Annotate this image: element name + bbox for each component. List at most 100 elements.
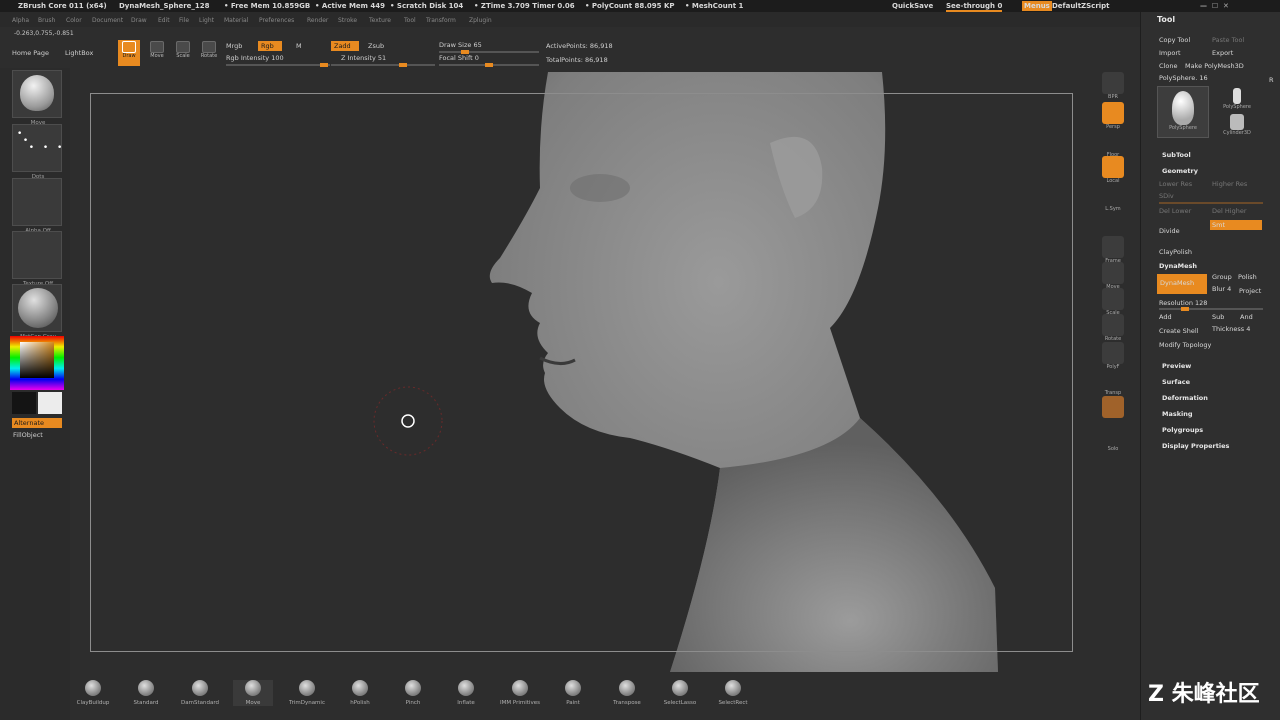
- group-toggle[interactable]: Group: [1212, 273, 1232, 281]
- surface-header[interactable]: Surface: [1162, 378, 1190, 386]
- see-through-slider[interactable]: See-through 0: [946, 2, 1003, 12]
- primary-color-swatch[interactable]: [38, 392, 62, 414]
- rotate-button[interactable]: Rotate: [198, 40, 220, 66]
- alpha-slot[interactable]: Alpha Off: [12, 178, 62, 234]
- smt-toggle[interactable]: Smt: [1210, 220, 1262, 230]
- material-slot[interactable]: MatCap Gray: [12, 284, 62, 340]
- and-button[interactable]: And: [1240, 313, 1253, 321]
- polyf-button[interactable]: PolyF: [1102, 342, 1124, 370]
- z-intensity-slider[interactable]: Z Intensity 51: [341, 54, 386, 62]
- subtool-header[interactable]: SubTool: [1162, 151, 1191, 159]
- menu-stroke[interactable]: Stroke: [338, 17, 357, 24]
- brush-hpolish[interactable]: hPolish: [340, 680, 380, 706]
- modify-topology-header[interactable]: Modify Topology: [1159, 341, 1211, 349]
- brush-transpose[interactable]: Transpose: [607, 680, 647, 706]
- lightbox-button[interactable]: LightBox: [65, 49, 93, 57]
- polish-toggle[interactable]: Polish: [1238, 273, 1257, 281]
- brush-imm-primitives[interactable]: IMM Primitives: [500, 680, 540, 706]
- lsym-button[interactable]: L.Sym: [1102, 184, 1124, 212]
- quicksave-button[interactable]: QuickSave: [892, 2, 933, 10]
- paste-tool-button[interactable]: Paste Tool: [1212, 36, 1244, 44]
- alternate-button[interactable]: Alternate: [12, 418, 62, 428]
- zadd-button[interactable]: Zadd: [331, 41, 359, 51]
- menus-button[interactable]: Menus: [1022, 1, 1052, 11]
- add-button[interactable]: Add: [1159, 313, 1172, 321]
- move-button[interactable]: Move: [146, 40, 168, 66]
- fillobject-button[interactable]: FillObject: [13, 431, 43, 439]
- rotate-view-button[interactable]: Rotate: [1102, 314, 1124, 342]
- menu-file[interactable]: File: [179, 17, 189, 24]
- menu-preferences[interactable]: Preferences: [259, 17, 294, 24]
- zsub-button[interactable]: Zsub: [368, 42, 384, 50]
- dynamesh-button[interactable]: DynaMesh: [1157, 274, 1207, 294]
- thickness-slider[interactable]: Thickness 4: [1212, 325, 1250, 333]
- dynamesh-header[interactable]: DynaMesh: [1159, 262, 1197, 270]
- menu-zplugin[interactable]: Zplugin: [469, 17, 492, 24]
- brush-pinch[interactable]: Pinch: [393, 680, 433, 706]
- brush-paint[interactable]: Paint: [553, 680, 593, 706]
- focal-shift-track[interactable]: [439, 63, 539, 67]
- display-properties-header[interactable]: Display Properties: [1162, 442, 1229, 450]
- brush-damstandard[interactable]: DamStandard: [180, 680, 220, 706]
- bpr-button[interactable]: BPR: [1102, 72, 1124, 100]
- frame-button[interactable]: Frame: [1102, 236, 1124, 264]
- menu-render[interactable]: Render: [307, 17, 328, 24]
- menu-document[interactable]: Document: [92, 17, 123, 24]
- brush-selectlasso[interactable]: SelectLasso: [660, 680, 700, 706]
- persp-button[interactable]: Persp: [1102, 102, 1124, 130]
- tool-thumb-polysphere[interactable]: PolySphere: [1211, 86, 1263, 112]
- stroke-slot[interactable]: • • • • • Dots: [12, 124, 62, 180]
- focal-shift-slider[interactable]: Focal Shift 0: [439, 54, 479, 62]
- geometry-header[interactable]: Geometry: [1162, 167, 1198, 175]
- claypolish-header[interactable]: ClayPolish: [1159, 248, 1192, 256]
- window-controls[interactable]: — ☐ ✕: [1200, 2, 1229, 10]
- copy-tool-button[interactable]: Copy Tool: [1159, 36, 1190, 44]
- z-intensity-track[interactable]: [331, 63, 435, 67]
- menu-transform[interactable]: Transform: [426, 17, 456, 24]
- menu-texture[interactable]: Texture: [369, 17, 391, 24]
- draw-size-slider[interactable]: Draw Size 65: [439, 41, 482, 49]
- resolution-slider[interactable]: Resolution 128: [1159, 299, 1207, 307]
- sdiv-slider[interactable]: SDiv: [1159, 192, 1174, 200]
- project-toggle[interactable]: Project: [1239, 287, 1261, 295]
- brush-standard[interactable]: Standard: [126, 680, 166, 706]
- import-button[interactable]: Import: [1159, 49, 1181, 57]
- rgb-intensity-slider[interactable]: Rgb Intensity 100: [226, 54, 284, 62]
- menu-tool[interactable]: Tool: [404, 17, 416, 24]
- local-button[interactable]: Local: [1102, 156, 1124, 184]
- sub-button[interactable]: Sub: [1212, 313, 1224, 321]
- color-picker-square[interactable]: [20, 342, 54, 378]
- color-picker[interactable]: [10, 336, 64, 390]
- higher-res-button[interactable]: Higher Res: [1212, 180, 1247, 188]
- menu-light[interactable]: Light: [199, 17, 214, 24]
- zscript-button[interactable]: DefaultZScript: [1052, 2, 1110, 10]
- tool-thumb-cylinder[interactable]: Cylinder3D: [1211, 112, 1263, 138]
- secondary-color-swatch[interactable]: [12, 392, 36, 414]
- divide-button[interactable]: Divide: [1159, 227, 1180, 235]
- polygroups-header[interactable]: Polygroups: [1162, 426, 1203, 434]
- draw-button[interactable]: Draw: [118, 40, 140, 66]
- home-page-button[interactable]: Home Page: [12, 49, 49, 57]
- brush-inflate[interactable]: Inflate: [446, 680, 486, 706]
- scale-button[interactable]: Scale: [172, 40, 194, 66]
- ghost-button[interactable]: [1102, 396, 1124, 418]
- rgb-button[interactable]: Rgb: [258, 41, 282, 51]
- menu-brush[interactable]: Brush: [38, 17, 55, 24]
- floor-button[interactable]: Floor: [1102, 130, 1124, 158]
- scale-view-button[interactable]: Scale: [1102, 288, 1124, 316]
- del-lower-button[interactable]: Del Lower: [1159, 207, 1191, 215]
- mrgb-button[interactable]: Mrgb: [226, 42, 242, 50]
- draw-size-track[interactable]: [439, 50, 539, 54]
- deformation-header[interactable]: Deformation: [1162, 394, 1208, 402]
- brush-claybuildup[interactable]: ClayBuildup: [73, 680, 113, 706]
- menu-alpha[interactable]: Alpha: [12, 17, 29, 24]
- brush-move[interactable]: Move: [233, 680, 273, 706]
- resolution-track[interactable]: [1159, 307, 1263, 311]
- preview-header[interactable]: Preview: [1162, 362, 1191, 370]
- lower-res-button[interactable]: Lower Res: [1159, 180, 1192, 188]
- menu-edit[interactable]: Edit: [158, 17, 170, 24]
- sdiv-track[interactable]: [1159, 202, 1263, 204]
- menu-material[interactable]: Material: [224, 17, 248, 24]
- blur-slider[interactable]: Blur 4: [1212, 285, 1231, 293]
- current-tool-slider[interactable]: PolySphere. 16: [1159, 74, 1208, 82]
